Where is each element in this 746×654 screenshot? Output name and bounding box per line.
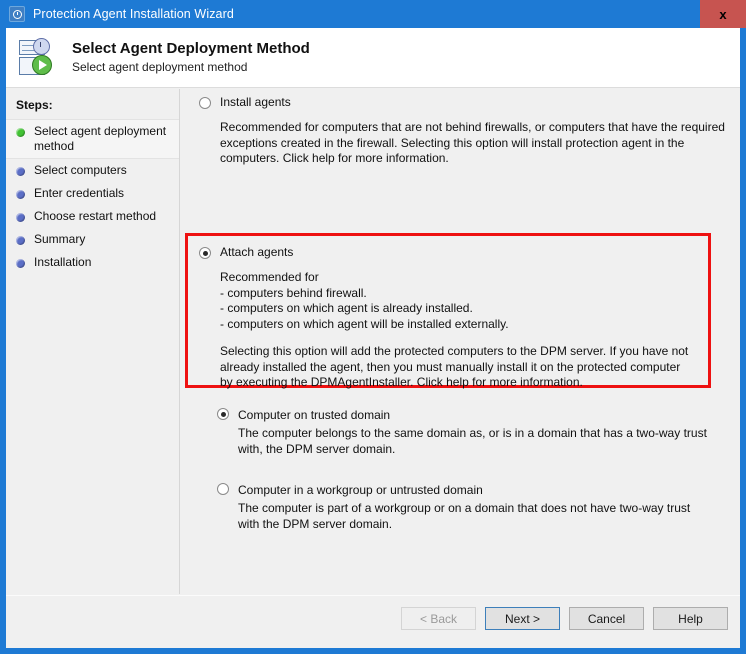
steps-sidebar: Steps: Select agent deployment method Se…	[6, 89, 180, 594]
sidebar-item-label: Select agent deployment method	[34, 124, 167, 153]
install-agents-label: Install agents	[220, 95, 291, 109]
step-bullet-icon	[16, 167, 25, 176]
trusted-domain-label: Computer on trusted domain	[238, 408, 391, 422]
sidebar-item-label: Choose restart method	[34, 209, 157, 223]
page-subtitle: Select agent deployment method	[72, 60, 248, 74]
deployment-wizard-icon	[16, 37, 60, 79]
workgroup-domain-radio[interactable]	[217, 483, 229, 495]
step-bullet-icon	[16, 236, 25, 245]
wizard-header: Select Agent Deployment Method Select ag…	[6, 28, 740, 88]
footer-bar: < Back Next > Cancel Help	[6, 595, 740, 648]
workgroup-domain-option[interactable]: Computer in a workgroup or untrusted dom…	[217, 481, 717, 532]
page-title: Select Agent Deployment Method	[72, 40, 310, 57]
client-area: Select Agent Deployment Method Select ag…	[6, 28, 740, 648]
install-agents-radio[interactable]	[199, 97, 211, 109]
attach-agents-radio[interactable]	[199, 247, 211, 259]
steps-label: Steps:	[16, 98, 53, 112]
wizard-window: Protection Agent Installation Wizard x S…	[0, 0, 746, 654]
attach-agents-row[interactable]: Attach agents	[199, 245, 696, 259]
sidebar-item-choose-restart-method[interactable]: Choose restart method	[6, 205, 179, 228]
attach-agents-description-secondary: Selecting this option will add the prote…	[220, 344, 689, 389]
sidebar-item-installation[interactable]: Installation	[6, 251, 179, 274]
sidebar-item-select-computers[interactable]: Select computers	[6, 159, 179, 182]
domain-sub-options: Computer on trusted domain The computer …	[217, 406, 717, 532]
footer-button-group: < Back Next > Cancel Help	[401, 607, 728, 630]
attach-agents-option[interactable]: Attach agents Recommended for - computer…	[188, 236, 708, 391]
attach-agents-description-primary: Recommended for - computers behind firew…	[220, 270, 509, 331]
sidebar-item-summary[interactable]: Summary	[6, 228, 179, 251]
trusted-domain-option[interactable]: Computer on trusted domain The computer …	[217, 406, 717, 457]
content-pane: Install agents Recommended for computers…	[181, 89, 740, 594]
attach-agents-label: Attach agents	[220, 245, 294, 259]
workgroup-domain-label: Computer in a workgroup or untrusted dom…	[238, 483, 483, 497]
install-agents-option[interactable]: Install agents Recommended for computers…	[199, 95, 729, 167]
trusted-domain-text: Computer on trusted domain The computer …	[238, 406, 708, 457]
next-button[interactable]: Next >	[485, 607, 560, 630]
sidebar-item-label: Summary	[34, 232, 86, 246]
window-title: Protection Agent Installation Wizard	[33, 7, 234, 21]
back-button[interactable]: < Back	[401, 607, 476, 630]
clock-icon	[9, 6, 25, 22]
header-text-block: Select Agent Deployment Method Select ag…	[72, 39, 310, 76]
install-agents-row[interactable]: Install agents	[199, 95, 729, 109]
workgroup-domain-description: The computer is part of a workgroup or o…	[238, 501, 691, 531]
attach-agents-highlight-box: Attach agents Recommended for - computer…	[185, 233, 711, 391]
install-agents-description: Recommended for computers that are not b…	[220, 120, 725, 165]
trusted-domain-description: The computer belongs to the same domain …	[238, 426, 707, 456]
step-bullet-icon	[16, 213, 25, 222]
step-bullet-icon	[16, 128, 25, 137]
step-bullet-icon	[16, 259, 25, 268]
close-button[interactable]: x	[700, 0, 746, 28]
sidebar-item-label: Select computers	[34, 163, 127, 177]
sidebar-item-label: Enter credentials	[34, 186, 125, 200]
trusted-domain-radio[interactable]	[217, 408, 229, 420]
help-button[interactable]: Help	[653, 607, 728, 630]
step-bullet-icon	[16, 190, 25, 199]
sidebar-item-label: Installation	[34, 255, 92, 269]
window-controls: x	[700, 0, 746, 28]
sidebar-item-enter-credentials[interactable]: Enter credentials	[6, 182, 179, 205]
workgroup-domain-text: Computer in a workgroup or untrusted dom…	[238, 481, 708, 532]
title-bar: Protection Agent Installation Wizard x	[0, 0, 746, 28]
cancel-button[interactable]: Cancel	[569, 607, 644, 630]
sidebar-item-select-agent-deployment-method[interactable]: Select agent deployment method	[6, 119, 179, 159]
